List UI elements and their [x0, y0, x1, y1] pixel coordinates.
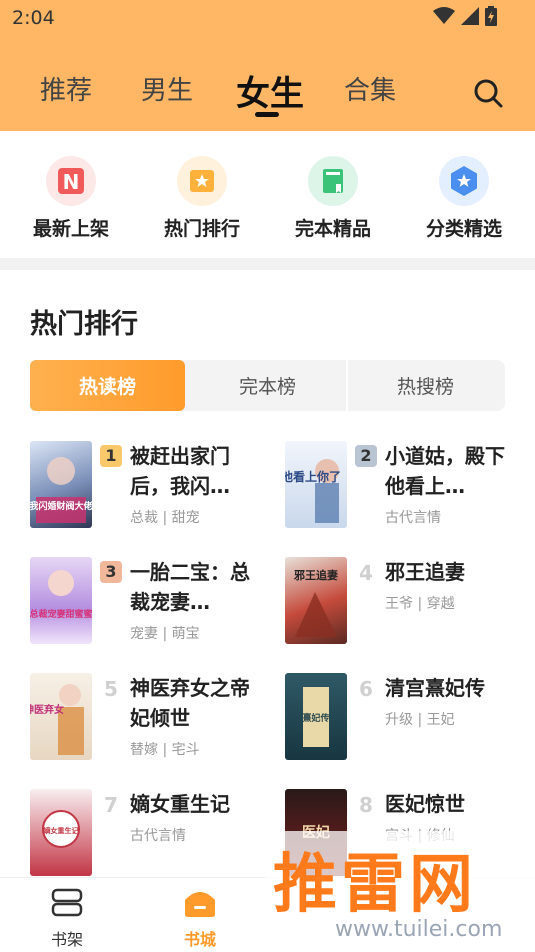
quick-entry-complete[interactable]: 完本精品: [278, 156, 388, 241]
book-tags: 王爷 | 穿越: [385, 596, 455, 612]
book-title: 被赶出家门后，我闪…: [130, 444, 230, 498]
cover-title: 我闪婚财阀大佬: [30, 500, 92, 512]
book-item[interactable]: 神医弃女 5 神医弃女之帝妃倾世 替嫁 | 宅斗: [30, 673, 280, 765]
cover-title: 邪王追妻: [293, 568, 338, 582]
section-divider: [0, 258, 535, 270]
bookshelf-icon: [51, 888, 83, 917]
signal-icon: [461, 7, 479, 25]
quick-entry-category[interactable]: 分类精选: [409, 156, 519, 241]
bookstore-icon: [185, 892, 215, 917]
rank-tabs: 热读榜 完本榜 热搜榜: [30, 360, 505, 411]
book-item[interactable]: 我闪婚财阀大佬 1 被赶出家门后，我闪… 总裁 | 甜宠: [30, 441, 280, 533]
book-title: 邪王追妻: [385, 560, 465, 584]
quick-entry-new[interactable]: N 最新上架: [16, 156, 126, 241]
nav-bookshelf[interactable]: 书架: [27, 888, 107, 950]
tab-collection[interactable]: 合集: [344, 70, 396, 107]
status-bar: 2:04: [0, 0, 535, 36]
rank-number: 4: [359, 561, 373, 585]
watermark-logo-text: 推雷网: [273, 848, 477, 922]
nav-bookstore[interactable]: 书城: [160, 888, 240, 950]
search-icon: [474, 79, 503, 108]
rank-tab-hot-search[interactable]: 热搜榜: [348, 360, 503, 411]
rank-badge-silver: 2: [355, 445, 377, 467]
book-item[interactable]: 殿下他看上你了 2 小道姑，殿下他看上… 古代言情: [285, 441, 535, 533]
rank-badge-gold: 1: [100, 445, 122, 467]
rank-tab-hot-read[interactable]: 热读榜: [30, 360, 185, 411]
nav-label: 书城: [183, 930, 216, 949]
cover-title: 熹妃传: [302, 712, 329, 724]
book-item[interactable]: 嫡女重生记 7 嫡女重生记 古代言情: [30, 789, 280, 881]
cover-title: 神医弃女: [30, 703, 64, 716]
book-item[interactable]: 熹妃传 6 清宫熹妃传 升级 | 王妃: [285, 673, 535, 765]
top-header: 2:04 推荐 男生 女生 合集: [0, 0, 535, 131]
book-cover: 神医弃女: [30, 673, 92, 760]
rank-tab-complete[interactable]: 完本榜: [190, 360, 345, 411]
quick-entry-label: 最新上架: [32, 218, 109, 240]
tab-recommend[interactable]: 推荐: [40, 70, 92, 107]
rank-number: 7: [104, 793, 118, 817]
book-cover: 殿下他看上你了: [285, 441, 347, 528]
system-icons: [433, 6, 497, 26]
book-tags: 替嫁 | 宅斗: [130, 742, 200, 758]
new-shelf-icon: N: [46, 156, 96, 206]
hot-rank-icon: [177, 156, 227, 206]
book-tags: 古代言情: [130, 828, 186, 844]
rank-number: 6: [359, 677, 373, 701]
tab-female[interactable]: 女生: [236, 66, 304, 115]
book-title: 一胎二宝：总裁宠妻…: [130, 560, 250, 614]
rank-number: 5: [104, 677, 118, 701]
quick-entry-hot[interactable]: 热门排行: [147, 156, 257, 241]
book-tags: 总裁 | 甜宠: [130, 510, 200, 526]
book-title: 嫡女重生记: [130, 792, 230, 816]
watermark: 推雷网 www.tuilei.com: [265, 831, 535, 951]
book-cover: 邪王追妻: [285, 557, 347, 644]
book-cover: 熹妃传: [285, 673, 347, 760]
book-tags: 古代言情: [385, 510, 441, 526]
category-star-icon: [439, 156, 489, 206]
book-cover: 我闪婚财阀大佬: [30, 441, 92, 528]
book-tags: 宠妻 | 萌宝: [130, 626, 200, 642]
status-time: 2:04: [12, 7, 55, 29]
book-title: 神医弃女之帝妃倾世: [130, 676, 250, 730]
book-cover: 总裁宠妻甜蜜蜜: [30, 557, 92, 644]
tab-male[interactable]: 男生: [141, 70, 193, 107]
quick-entry-label: 热门排行: [163, 218, 240, 240]
quick-entry-label: 完本精品: [294, 218, 371, 240]
watermark-url: www.tuilei.com: [335, 917, 503, 942]
book-title: 清宫熹妃传: [385, 676, 485, 700]
book-item[interactable]: 邪王追妻 4 邪王追妻 王爷 | 穿越: [285, 557, 535, 649]
wifi-icon: [433, 7, 455, 24]
nav-label: 书架: [50, 930, 83, 949]
book-icon: [308, 156, 358, 206]
cover-title: 嫡女重生记: [43, 826, 79, 835]
search-button[interactable]: [472, 77, 504, 109]
active-tab-indicator: [255, 112, 279, 117]
book-title: 小道姑，殿下他看上…: [385, 444, 505, 498]
cover-title: 殿下他看上你了: [285, 469, 341, 484]
book-tags: 升级 | 王妃: [385, 712, 455, 728]
book-title: 医妃惊世: [385, 792, 465, 816]
rank-badge-bronze: 3: [100, 561, 122, 583]
quick-entry-bar: N 最新上架 热门排行 完本精品 分类精选: [0, 131, 535, 258]
book-item[interactable]: 总裁宠妻甜蜜蜜 3 一胎二宝：总裁宠妻… 宠妻 | 萌宝: [30, 557, 280, 649]
section-title: 热门排行: [30, 309, 138, 340]
svg-text:N: N: [63, 170, 80, 194]
battery-icon: [485, 6, 497, 26]
cover-title: 总裁宠妻甜蜜蜜: [30, 608, 92, 620]
quick-entry-label: 分类精选: [425, 218, 502, 240]
rank-number: 8: [359, 793, 373, 817]
book-cover: 嫡女重生记: [30, 789, 92, 876]
